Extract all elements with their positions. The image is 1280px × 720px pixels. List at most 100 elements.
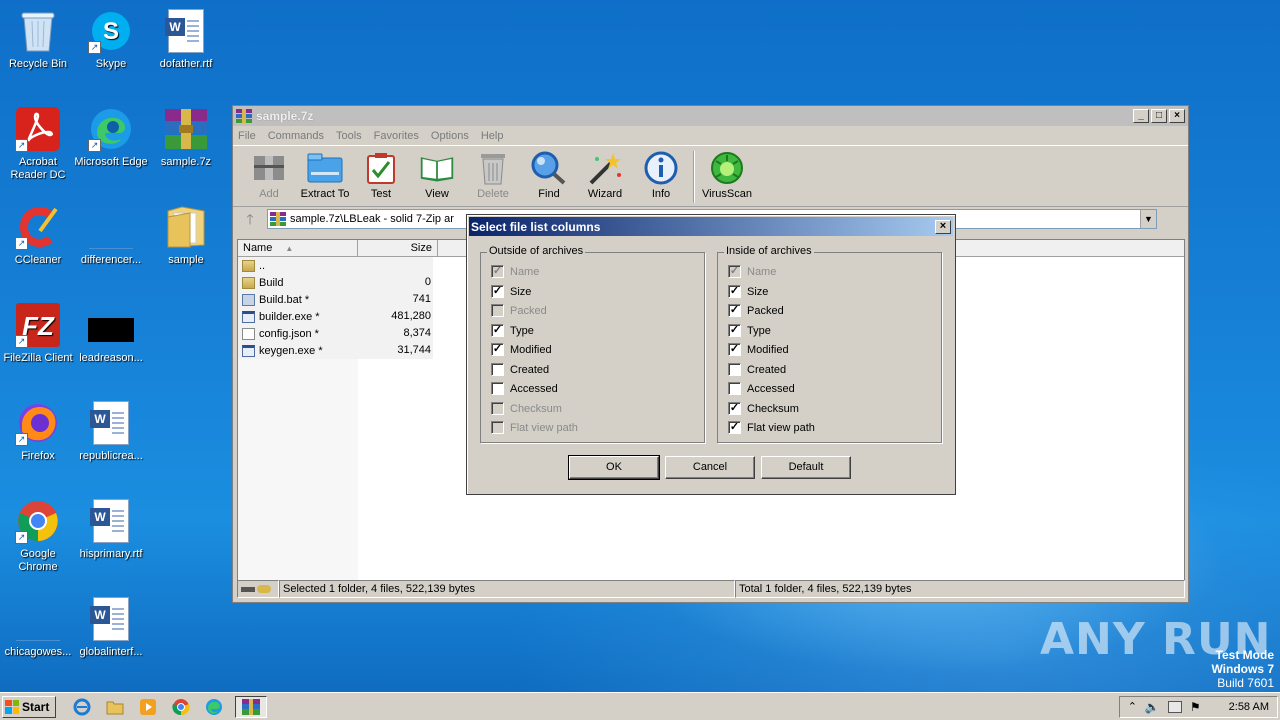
desktop-icon-republicrea[interactable]: W republicrea... [73, 400, 149, 463]
desktop-icon-chrome[interactable]: ↗ Google Chrome [0, 498, 76, 574]
view-button[interactable]: View [409, 146, 465, 200]
clock[interactable]: 2:58 AM [1229, 701, 1269, 713]
build-line: Build 7601 [1217, 676, 1274, 690]
action-center-flag-icon[interactable]: ⚑ [1190, 700, 1201, 714]
start-button[interactable]: Start [2, 695, 56, 718]
taskbar-ie-button[interactable] [70, 696, 94, 718]
checkbox-box[interactable]: ✓ [491, 343, 504, 356]
checkbox-inside-size[interactable]: ✓ Size [728, 285, 768, 298]
show-hidden-icons-button[interactable]: ⌃ [1128, 700, 1137, 713]
checkbox-box[interactable] [728, 382, 741, 395]
desktop-icon-chicagowes[interactable]: chicagowes... [0, 596, 76, 659]
desktop-icon-firefox[interactable]: ↗ Firefox [0, 400, 76, 463]
info-button[interactable]: Info [633, 146, 689, 200]
file-name: config.json * [259, 327, 319, 340]
taskbar-media-player-button[interactable] [136, 696, 160, 718]
delete-button[interactable]: Delete [465, 146, 521, 200]
desktop-icon-recycle-bin[interactable]: Recycle Bin [0, 8, 76, 71]
checkbox-box[interactable]: ✓ [728, 304, 741, 317]
checkbox-outside-type[interactable]: ✓ Type [491, 324, 534, 337]
up-folder-button[interactable]: 🡑 [239, 209, 261, 229]
extract-to-button[interactable]: Extract To [297, 146, 353, 200]
taskbar-archive-button[interactable] [235, 695, 267, 718]
checkbox-outside-modified[interactable]: ✓ Modified [491, 343, 552, 356]
menu-help[interactable]: Help [481, 130, 504, 142]
window-titlebar[interactable]: sample.7z _ □ × [233, 106, 1188, 126]
checkbox-box[interactable]: ✓ [728, 285, 741, 298]
menu-options[interactable]: Options [431, 130, 469, 142]
taskbar-edge-button[interactable] [202, 696, 226, 718]
desktop-icon-differencer[interactable]: differencer... [73, 204, 149, 267]
volume-icon[interactable]: 🔈 [1145, 700, 1160, 714]
edge-icon [206, 698, 222, 715]
address-dropdown-button[interactable]: ▼ [1140, 210, 1156, 228]
checkbox-inside-accessed[interactable]: Accessed [728, 382, 795, 395]
dialog-titlebar[interactable]: Select file list columns × [469, 217, 953, 236]
close-button[interactable]: × [1169, 109, 1185, 123]
wizard-label: Wizard [587, 188, 623, 200]
checkbox-outside-accessed[interactable]: Accessed [491, 382, 558, 395]
checkbox-inside-packed[interactable]: ✓ Packed [728, 304, 784, 317]
checkbox-inside-name[interactable]: ✓ Name [728, 265, 776, 278]
outside-archives-group: Outside of archives ✓ Name ✓ Size Packed ✓… [480, 245, 705, 443]
checkbox-outside-name[interactable]: ✓ Name [491, 265, 539, 278]
desktop-icon-leadreason[interactable]: leadreason... [73, 302, 149, 365]
desktop-icon-sample-folder[interactable]: sample [148, 204, 224, 267]
desktop-icon-ccleaner[interactable]: ↗ CCleaner [0, 204, 76, 267]
checkbox-box[interactable]: ✓ [728, 265, 741, 278]
checkbox-inside-type[interactable]: ✓ Type [728, 324, 771, 337]
menu-commands[interactable]: Commands [268, 130, 324, 142]
desktop-icon-hisprimary[interactable]: W hisprimary.rtf [73, 498, 149, 561]
checkbox-outside-flat-view-path[interactable]: Flat view path [491, 421, 578, 434]
desktop-icon-skype[interactable]: S ↗ Skype [73, 8, 149, 71]
checkbox-box[interactable] [728, 363, 741, 376]
checkbox-box[interactable] [491, 402, 504, 415]
cancel-button[interactable]: Cancel [665, 456, 755, 479]
desktop-icon-edge[interactable]: ↗ Microsoft Edge [73, 106, 149, 169]
checkbox-box[interactable]: ✓ [491, 285, 504, 298]
checkbox-inside-checksum[interactable]: ✓ Checksum [728, 402, 799, 415]
menu-favorites[interactable]: Favorites [374, 130, 419, 142]
checkbox-box[interactable] [491, 382, 504, 395]
virusscan-button[interactable]: VirusScan [699, 146, 755, 200]
checkbox-box[interactable] [491, 304, 504, 317]
column-header-size[interactable]: Size [358, 240, 438, 257]
checkbox-inside-created[interactable]: Created [728, 363, 786, 376]
checkbox-box[interactable]: ✓ [491, 324, 504, 337]
menu-tools[interactable]: Tools [336, 130, 362, 142]
checkbox-box[interactable]: ✓ [728, 421, 741, 434]
menu-file[interactable]: File [238, 130, 256, 142]
checkbox-box[interactable] [491, 363, 504, 376]
dialog-close-button[interactable]: × [935, 219, 951, 234]
desktop-icon-acrobat[interactable]: ↗ Acrobat Reader DC [0, 106, 76, 182]
default-button[interactable]: Default [761, 456, 851, 479]
taskbar-chrome-button[interactable] [169, 696, 193, 718]
desktop-icon-globalinterf[interactable]: W globalinterf... [73, 596, 149, 659]
taskbar-explorer-button[interactable] [103, 696, 127, 718]
checkbox-label: Created [510, 363, 550, 376]
checkbox-outside-packed[interactable]: Packed [491, 304, 547, 317]
checkbox-outside-checksum[interactable]: Checksum [491, 402, 562, 415]
find-button[interactable]: Find [521, 146, 577, 200]
checkbox-box[interactable]: ✓ [728, 324, 741, 337]
desktop-icon-sample-7z[interactable]: sample.7z [148, 106, 224, 169]
maximize-button[interactable]: □ [1151, 109, 1167, 123]
test-button[interactable]: Test [353, 146, 409, 200]
desktop-icon-filezilla[interactable]: FZ ↗ FileZilla Client [0, 302, 76, 365]
checkbox-box[interactable]: ✓ [491, 265, 504, 278]
checkbox-box[interactable]: ✓ [728, 343, 741, 356]
desktop-icon-dofather[interactable]: W dofather.rtf [148, 8, 224, 71]
checkbox-box[interactable]: ✓ [728, 402, 741, 415]
add-button[interactable]: Add [241, 146, 297, 200]
checkbox-box[interactable] [491, 421, 504, 434]
checkbox-outside-created[interactable]: Created [491, 363, 549, 376]
network-icon[interactable] [1167, 700, 1182, 713]
checkbox-inside-modified[interactable]: ✓ Modified [728, 343, 789, 356]
column-header-name[interactable]: Name ▲ [238, 240, 358, 257]
checkbox-outside-size[interactable]: ✓ Size [491, 285, 531, 298]
minimize-button[interactable]: _ [1133, 109, 1149, 123]
ok-button[interactable]: OK [568, 455, 660, 480]
status-icons [237, 580, 279, 598]
checkbox-inside-flat-view-path[interactable]: ✓ Flat view path [728, 421, 815, 434]
wizard-button[interactable]: Wizard [577, 146, 633, 200]
